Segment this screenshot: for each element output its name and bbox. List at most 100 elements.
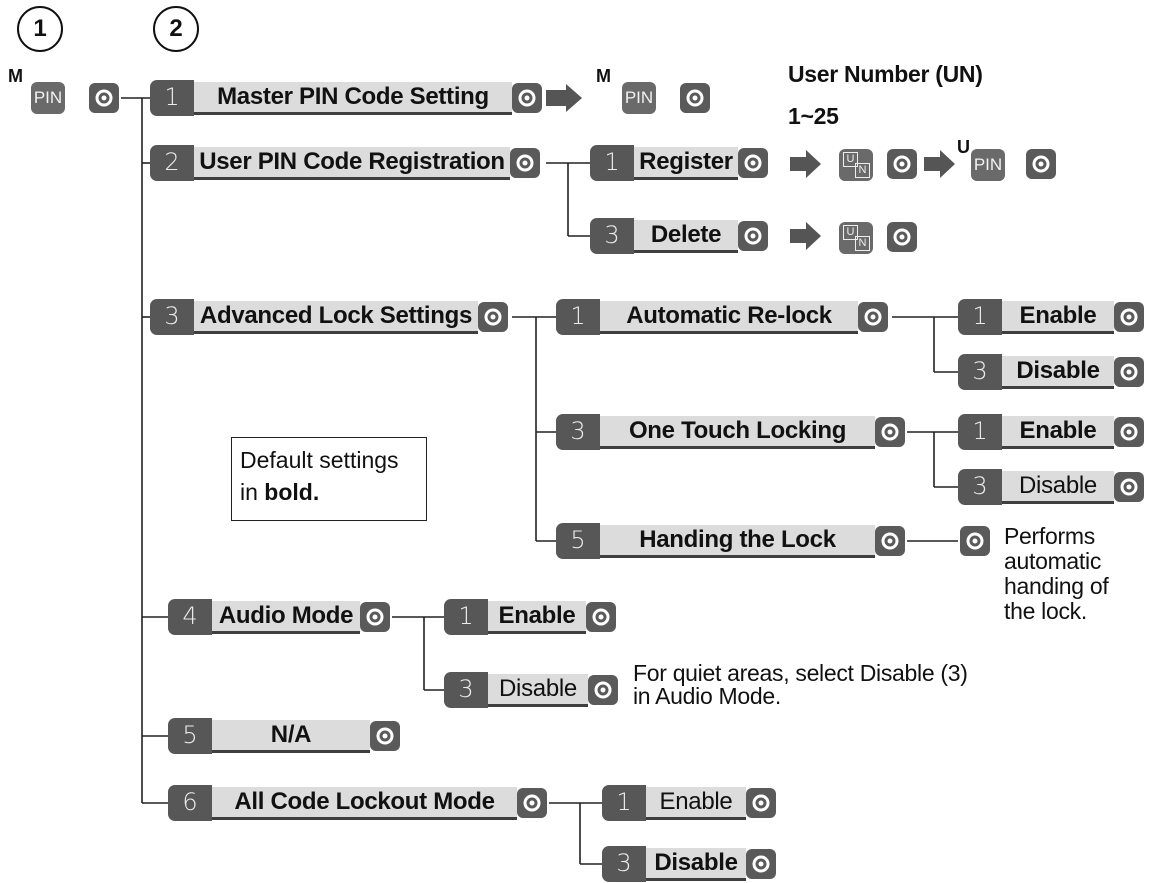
- step-1-circle: 1: [17, 6, 63, 52]
- settings-key-icon[interactable]: [360, 602, 390, 632]
- settings-key-icon[interactable]: [746, 849, 776, 879]
- menu-label: User PIN Code Registration: [194, 147, 510, 180]
- menu-number: 5: [556, 523, 600, 559]
- arrow-icon: [790, 222, 821, 250]
- user-number-range: 1~25: [788, 103, 839, 129]
- menu-number: 6: [168, 785, 212, 821]
- menu-auto-relock-enable[interactable]: 1 Enable: [958, 298, 1148, 336]
- menu-number: 3: [958, 469, 1002, 505]
- menu-lockout[interactable]: 6 All Code Lockout Mode: [168, 784, 549, 822]
- menu-label: One Touch Locking: [600, 416, 875, 449]
- menu-na[interactable]: 5 N/A: [168, 717, 402, 755]
- audio-note: For quiet areas, select Disable (3) in A…: [633, 660, 968, 709]
- user-prefix: U: [957, 137, 970, 157]
- default-settings-legend: Default settings in bold.: [231, 437, 427, 521]
- menu-lockout-enable[interactable]: 1 Enable: [602, 784, 778, 822]
- pin-key[interactable]: PIN: [971, 149, 1005, 181]
- menu-auto-relock[interactable]: 1 Automatic Re-lock: [556, 298, 892, 336]
- menu-number: 3: [958, 354, 1002, 390]
- menu-master-pin[interactable]: 1 Master PIN Code Setting: [150, 79, 544, 117]
- settings-key-icon[interactable]: [517, 788, 547, 818]
- menu-number: 4: [168, 599, 212, 635]
- menu-number: 1: [602, 785, 646, 821]
- menu-label: N/A: [212, 720, 370, 753]
- menu-audio-enable[interactable]: 1 Enable: [444, 598, 618, 636]
- settings-key-icon[interactable]: [478, 302, 508, 332]
- menu-number: 1: [556, 299, 600, 335]
- menu-label: Disable: [646, 848, 746, 881]
- settings-key-icon[interactable]: [960, 526, 990, 556]
- menu-label: Disable: [1002, 356, 1114, 389]
- step-2-circle: 2: [153, 6, 199, 52]
- menu-label: Register: [634, 147, 738, 180]
- menu-label: Disable: [488, 674, 588, 707]
- settings-key-icon[interactable]: [887, 149, 917, 179]
- settings-key-icon[interactable]: [875, 526, 905, 556]
- menu-number: 5: [168, 718, 212, 754]
- handing-note: Performs automatic handing of the lock.: [1004, 523, 1109, 624]
- menu-label: Automatic Re-lock: [600, 301, 858, 334]
- menu-user-pin[interactable]: 2 User PIN Code Registration: [150, 144, 546, 182]
- menu-label: Handing the Lock: [600, 525, 875, 558]
- menu-advanced[interactable]: 3 Advanced Lock Settings: [150, 298, 512, 336]
- settings-key-icon[interactable]: [738, 148, 768, 178]
- menu-number: 1: [958, 414, 1002, 450]
- settings-key-icon[interactable]: [738, 221, 768, 251]
- menu-label: Enable: [646, 787, 746, 820]
- pin-key[interactable]: PIN: [622, 82, 656, 114]
- settings-key-icon[interactable]: [586, 602, 616, 632]
- menu-auto-relock-disable[interactable]: 3 Disable: [958, 353, 1148, 391]
- settings-key-icon[interactable]: [858, 302, 888, 332]
- settings-key-icon[interactable]: [370, 721, 400, 751]
- settings-key-icon[interactable]: [1026, 149, 1056, 179]
- settings-key-icon[interactable]: [875, 417, 905, 447]
- settings-key-icon[interactable]: [89, 83, 119, 113]
- menu-number: 3: [150, 299, 194, 335]
- menu-audio-disable[interactable]: 3 Disable: [444, 671, 620, 709]
- pin-key[interactable]: PIN: [31, 82, 65, 114]
- menu-one-touch[interactable]: 3 One Touch Locking: [556, 413, 907, 451]
- settings-key-icon[interactable]: [588, 675, 618, 705]
- menu-number: 3: [556, 414, 600, 450]
- user-number-key[interactable]: UN: [839, 222, 873, 254]
- settings-key-icon[interactable]: [1114, 472, 1144, 502]
- menu-diagram: 1 2 M PIN 1 Master PIN Code Setting M PI…: [0, 0, 1152, 882]
- menu-label: Enable: [1002, 416, 1114, 449]
- menu-delete[interactable]: 3 Delete: [590, 217, 772, 255]
- settings-key-icon[interactable]: [512, 83, 542, 113]
- arrow-icon: [924, 150, 955, 178]
- master-prefix: M: [8, 66, 23, 86]
- menu-lockout-disable[interactable]: 3 Disable: [602, 845, 778, 883]
- menu-register[interactable]: 1 Register: [590, 144, 772, 182]
- menu-number: 3: [444, 672, 488, 708]
- user-number-label: User Number (UN): [788, 61, 983, 87]
- menu-number: 1: [150, 80, 194, 116]
- menu-label: Enable: [488, 601, 586, 634]
- user-number-key[interactable]: UN: [839, 149, 873, 181]
- settings-key-icon[interactable]: [680, 83, 710, 113]
- menu-handing[interactable]: 5 Handing the Lock: [556, 522, 907, 560]
- settings-key-icon[interactable]: [1114, 417, 1144, 447]
- menu-label: Advanced Lock Settings: [194, 301, 478, 334]
- menu-label: Disable: [1002, 471, 1114, 504]
- settings-key-icon[interactable]: [510, 148, 540, 178]
- master-prefix: M: [596, 66, 611, 86]
- menu-number: 1: [958, 299, 1002, 335]
- menu-one-touch-disable[interactable]: 3 Disable: [958, 468, 1148, 506]
- menu-label: All Code Lockout Mode: [212, 787, 517, 820]
- settings-key-icon[interactable]: [887, 222, 917, 252]
- settings-key-icon[interactable]: [1114, 302, 1144, 332]
- menu-number: 1: [590, 145, 634, 181]
- menu-number: 2: [150, 145, 194, 181]
- arrow-icon: [790, 150, 821, 178]
- menu-number: 1: [444, 599, 488, 635]
- menu-audio[interactable]: 4 Audio Mode: [168, 598, 392, 636]
- menu-label: Enable: [1002, 301, 1114, 334]
- arrow-icon: [546, 84, 582, 112]
- menu-number: 3: [602, 846, 646, 882]
- menu-label: Audio Mode: [212, 601, 360, 634]
- settings-key-icon[interactable]: [1114, 357, 1144, 387]
- menu-number: 3: [590, 218, 634, 254]
- settings-key-icon[interactable]: [746, 788, 776, 818]
- menu-one-touch-enable[interactable]: 1 Enable: [958, 413, 1148, 451]
